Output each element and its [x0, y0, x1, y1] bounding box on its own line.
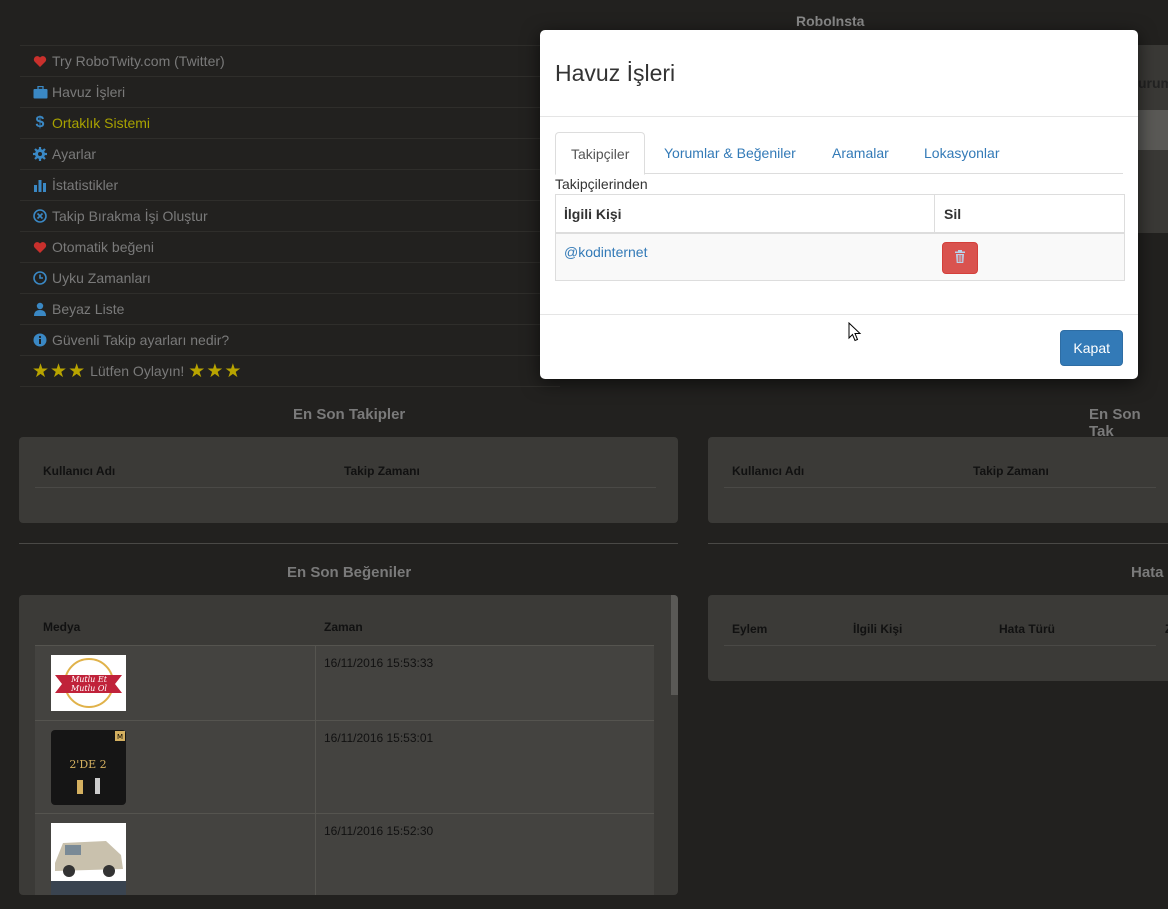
menu-item-label: Ayarlar [52, 146, 97, 162]
menu-item-rate-us[interactable]: ★★★ Lütfen Oylayın! ★★★ [20, 355, 560, 387]
errors-title: Hata [1131, 564, 1164, 581]
menu-item-label: Try RoboTwity.com (Twitter) [52, 53, 225, 69]
latest-follows-right-panel: Kullanıcı Adı Takip Zamanı [708, 437, 1168, 523]
col-username: Kullanıcı Adı [732, 464, 805, 478]
svg-text:Mutlu Et: Mutlu Et [70, 675, 108, 684]
status-panel-title: urum [1138, 75, 1168, 91]
side-menu: Try RoboTwity.com (Twitter) Havuz İşleri… [20, 45, 560, 387]
table-row: 16/11/2016 15:52:30 [35, 813, 654, 895]
menu-item-pool-jobs[interactable]: Havuz İşleri [20, 76, 560, 107]
table-header: Kullanıcı Adı Takip Zamanı [35, 455, 656, 488]
modal-title: Havuz İşleri [555, 59, 676, 86]
rate-label: Lütfen Oylayın! [90, 363, 185, 379]
modal-footer: Kapat [540, 314, 1138, 380]
menu-item-label: İstatistikler [52, 177, 119, 193]
tab-locations[interactable]: Lokasyonlar [909, 132, 1015, 173]
table-header: Kullanıcı Adı Takip Zamanı [724, 455, 1156, 488]
svg-text:Mutlu Ol: Mutlu Ol [70, 684, 107, 693]
like-time: 16/11/2016 15:52:30 [324, 824, 434, 838]
table-header: Medya Zaman [35, 595, 654, 645]
menu-item-affiliate[interactable]: $ Ortaklık Sistemi [20, 107, 560, 138]
col-media: Medya [43, 620, 81, 634]
app-title: RoboInsta [796, 13, 865, 29]
bar-chart-icon [32, 177, 48, 193]
star-icon: ★★★ [32, 360, 87, 382]
menu-item-label: Takip Bırakma İşi Oluştur [52, 208, 208, 224]
scrollbar[interactable] [671, 595, 678, 695]
latest-likes-title: En Son Beğeniler [287, 564, 412, 581]
close-button[interactable]: Kapat [1060, 330, 1123, 366]
divider [708, 543, 1168, 544]
table-row: Mutlu Et Mutlu Ol 16/11/2016 15:53:33 [35, 645, 654, 720]
status-panel: urum [1138, 45, 1168, 233]
col-delete: Sil [944, 206, 962, 222]
menu-item-whitelist[interactable]: Beyaz Liste [20, 293, 560, 324]
table-header: İlgili Kişi Sil [556, 195, 1124, 234]
related-person-link[interactable]: @kodinternet [564, 244, 647, 260]
info-icon [32, 332, 48, 348]
pool-jobs-modal: Havuz İşleri Takipçiler Yorumlar & Beğen… [540, 30, 1138, 379]
menu-item-label: Havuz İşleri [52, 84, 126, 100]
followers-table: İlgili Kişi Sil @kodinternet [555, 194, 1125, 281]
latest-follows-right-title: En Son Tak [1089, 406, 1141, 440]
likes-table-body: Mutlu Et Mutlu Ol 16/11/2016 15:53:33 M … [35, 645, 654, 895]
col-follow-time: Takip Zamanı [973, 464, 1049, 478]
svg-text:M: M [117, 733, 123, 741]
cursor-icon [848, 321, 862, 345]
col-error-type: Hata Türü [999, 622, 1056, 636]
like-time: 16/11/2016 15:53:33 [324, 656, 434, 670]
latest-follows-title: En Son Takipler [293, 406, 406, 423]
menu-item-settings[interactable]: Ayarlar [20, 138, 560, 169]
dollar-icon: $ [35, 114, 45, 131]
table-header: Eylem İlgili Kişi Hata Türü Z [724, 613, 1168, 646]
modal-tabs: Takipçiler Yorumlar & Beğeniler Aramalar… [555, 132, 1123, 175]
menu-item-label: Ortaklık Sistemi [52, 115, 151, 131]
table-row: M 2'DE 2 16/11/2016 15:53:01 [35, 720, 654, 813]
status-band [1138, 110, 1168, 150]
menu-item-label: Uyku Zamanları [52, 270, 151, 286]
heart-icon [32, 239, 48, 255]
table-row: @kodinternet [556, 234, 1124, 280]
modal-header: Havuz İşleri [540, 30, 1138, 117]
media-thumbnail[interactable]: Mutlu Et Mutlu Ol [51, 655, 126, 714]
like-time: 16/11/2016 15:53:01 [324, 731, 434, 745]
heart-icon [32, 53, 48, 69]
col-time: Zaman [324, 620, 363, 634]
col-related-person: İlgili Kişi [564, 206, 622, 222]
col-person: İlgili Kişi [853, 622, 903, 636]
col-follow-time: Takip Zamanı [344, 464, 420, 478]
menu-item-statistics[interactable]: İstatistikler [20, 169, 560, 200]
menu-item-safe-follow-info[interactable]: Güvenli Takip ayarları nedir? [20, 324, 560, 355]
latest-likes-panel: Medya Zaman Mutlu Et Mutlu Ol 16/11/2016… [19, 595, 678, 895]
errors-panel: Eylem İlgili Kişi Hata Türü Z [708, 595, 1168, 681]
menu-item-unfollow-job[interactable]: Takip Bırakma İşi Oluştur [20, 200, 560, 231]
media-thumbnail[interactable] [51, 823, 126, 895]
gear-icon [32, 146, 48, 162]
menu-item-label: Beyaz Liste [52, 301, 125, 317]
menu-item-sleep-times[interactable]: Uyku Zamanları [20, 262, 560, 293]
trash-icon [954, 250, 966, 266]
delete-button[interactable] [942, 242, 978, 274]
user-icon [32, 301, 48, 317]
col-action: Eylem [732, 622, 768, 636]
briefcase-icon [32, 84, 48, 100]
media-thumbnail[interactable]: M 2'DE 2 [51, 730, 126, 808]
menu-item-label: Otomatik beğeni [52, 239, 154, 255]
menu-item-robotwity[interactable]: Try RoboTwity.com (Twitter) [20, 45, 560, 76]
circle-x-icon [32, 208, 48, 224]
menu-item-label: Güvenli Takip ayarları nedir? [52, 332, 230, 348]
menu-item-auto-like[interactable]: Otomatik beğeni [20, 231, 560, 262]
divider [19, 543, 678, 544]
tab-searches[interactable]: Aramalar [817, 132, 904, 173]
svg-text:2'DE 2: 2'DE 2 [69, 758, 106, 771]
section-subtitle: Takipçilerinden [555, 176, 648, 192]
tab-followers[interactable]: Takipçiler [555, 132, 646, 175]
clock-icon [32, 270, 48, 286]
latest-follows-panel: Kullanıcı Adı Takip Zamanı [19, 437, 678, 523]
col-username: Kullanıcı Adı [43, 464, 116, 478]
tab-comments-likes[interactable]: Yorumlar & Beğeniler [649, 132, 811, 173]
star-icon: ★★★ [188, 360, 243, 382]
